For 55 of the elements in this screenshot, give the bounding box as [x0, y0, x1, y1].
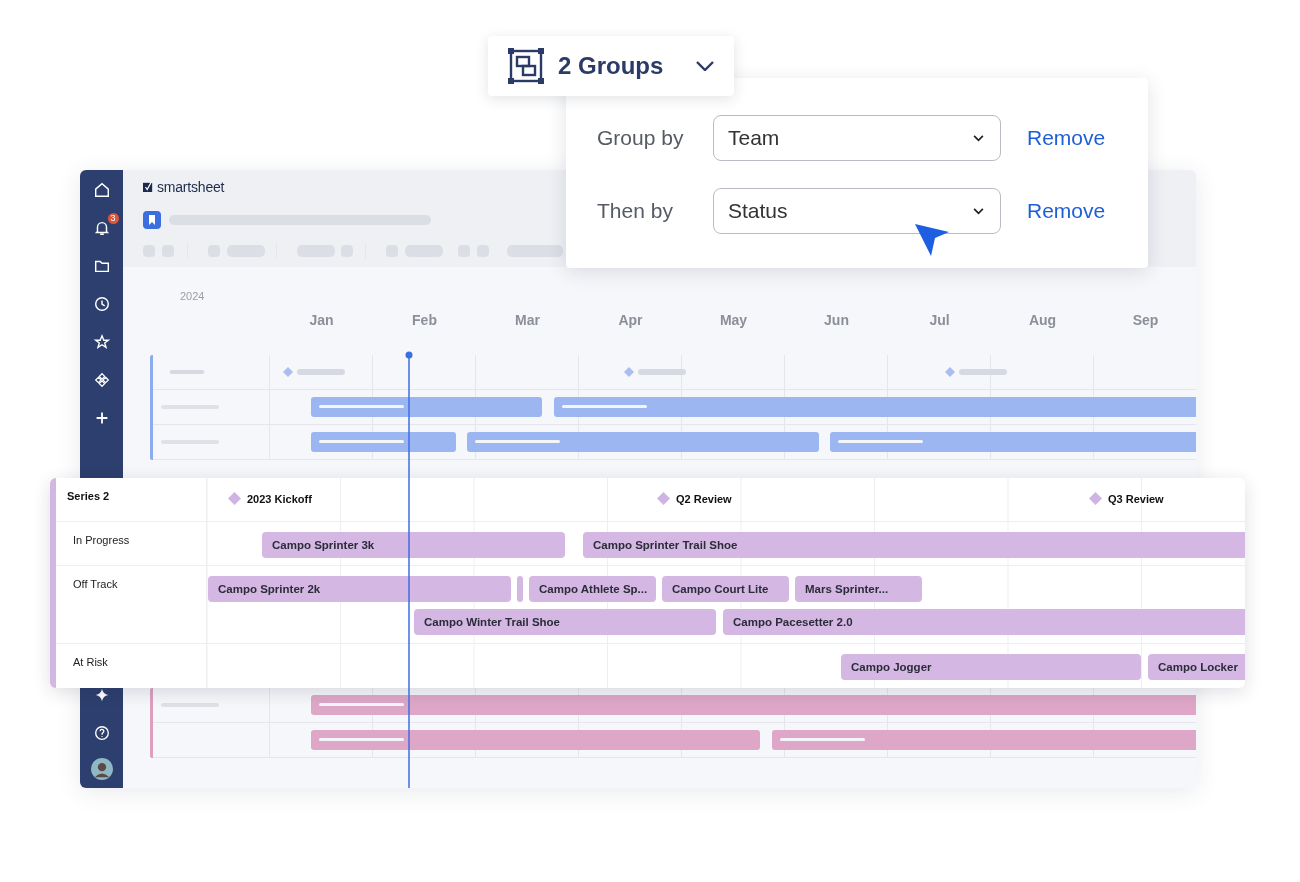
checkbox-logo-icon	[143, 182, 153, 192]
star-icon[interactable]	[92, 333, 111, 351]
group-label: Then by	[597, 199, 674, 223]
month-label: Feb	[411, 312, 438, 328]
diamond-icon	[657, 492, 670, 505]
task-bar[interactable]: Mars Sprinter...	[795, 576, 922, 602]
chevron-down-icon	[696, 61, 714, 71]
row-label: At Risk	[72, 656, 108, 668]
notification-badge: 3	[107, 213, 119, 224]
diamond-icon	[228, 492, 241, 505]
group-label: Group by	[597, 126, 685, 150]
month-label: Mar	[514, 312, 541, 328]
task-bar[interactable]: Campo Jogger	[841, 654, 1141, 680]
chevron-down-icon	[973, 207, 984, 215]
cursor-icon	[915, 222, 951, 258]
task-bar[interactable]: Campo Athlete Sp...	[529, 576, 656, 602]
task-bar[interactable]: Campo Winter Trail Shoe	[414, 609, 716, 635]
milestone-placeholder	[945, 367, 1007, 377]
bookmark-icon	[143, 211, 161, 229]
month-label: May	[718, 312, 749, 328]
apps-icon[interactable]	[92, 371, 111, 389]
home-icon[interactable]	[92, 181, 111, 199]
remove-link[interactable]: Remove	[1027, 199, 1106, 223]
month-label: Jul	[928, 312, 951, 328]
row-label: In Progress	[72, 534, 130, 546]
year-label: 2024	[180, 290, 205, 302]
group-select[interactable]: Team	[713, 115, 1001, 161]
avatar-icon[interactable]	[90, 758, 113, 780]
task-bar[interactable]: Campo Sprinter Trail Shoe	[583, 532, 1245, 558]
series-title: Series 2	[67, 490, 110, 502]
milestone-label: 2023 Kickoff	[247, 492, 312, 505]
milestone-placeholder	[283, 367, 345, 377]
month-label: Jun	[823, 312, 850, 328]
remove-link[interactable]: Remove	[1027, 126, 1106, 150]
chevron-down-icon	[973, 134, 984, 142]
task-bar[interactable]: Campo Court Lite	[662, 576, 789, 602]
group-icon	[508, 48, 544, 84]
clock-icon[interactable]	[92, 295, 111, 313]
month-label: Jan	[308, 312, 335, 328]
task-bar[interactable]: Campo Pacesetter 2.0	[723, 609, 1245, 635]
help-icon[interactable]	[92, 724, 111, 742]
task-bar[interactable]: Campo Sprinter 3k	[262, 532, 565, 558]
month-label: Sep	[1131, 312, 1160, 328]
month-label: Apr	[617, 312, 644, 328]
milestone-label: Q2 Review	[676, 492, 732, 505]
row-label: Off Track	[72, 578, 118, 590]
milestone-label: Q3 Review	[1108, 492, 1164, 505]
task-bar[interactable]: Campo Sprinter 2k	[208, 576, 511, 602]
groups-button[interactable]: 2 Groups	[488, 36, 734, 96]
task-bar[interactable]: Campo Locker	[1148, 654, 1245, 680]
month-label: Aug	[1027, 312, 1058, 328]
milestone-placeholder	[624, 367, 686, 377]
diamond-icon	[1089, 492, 1102, 505]
logo-text: smartsheet	[157, 179, 225, 195]
group-select[interactable]: Status	[713, 188, 1001, 234]
